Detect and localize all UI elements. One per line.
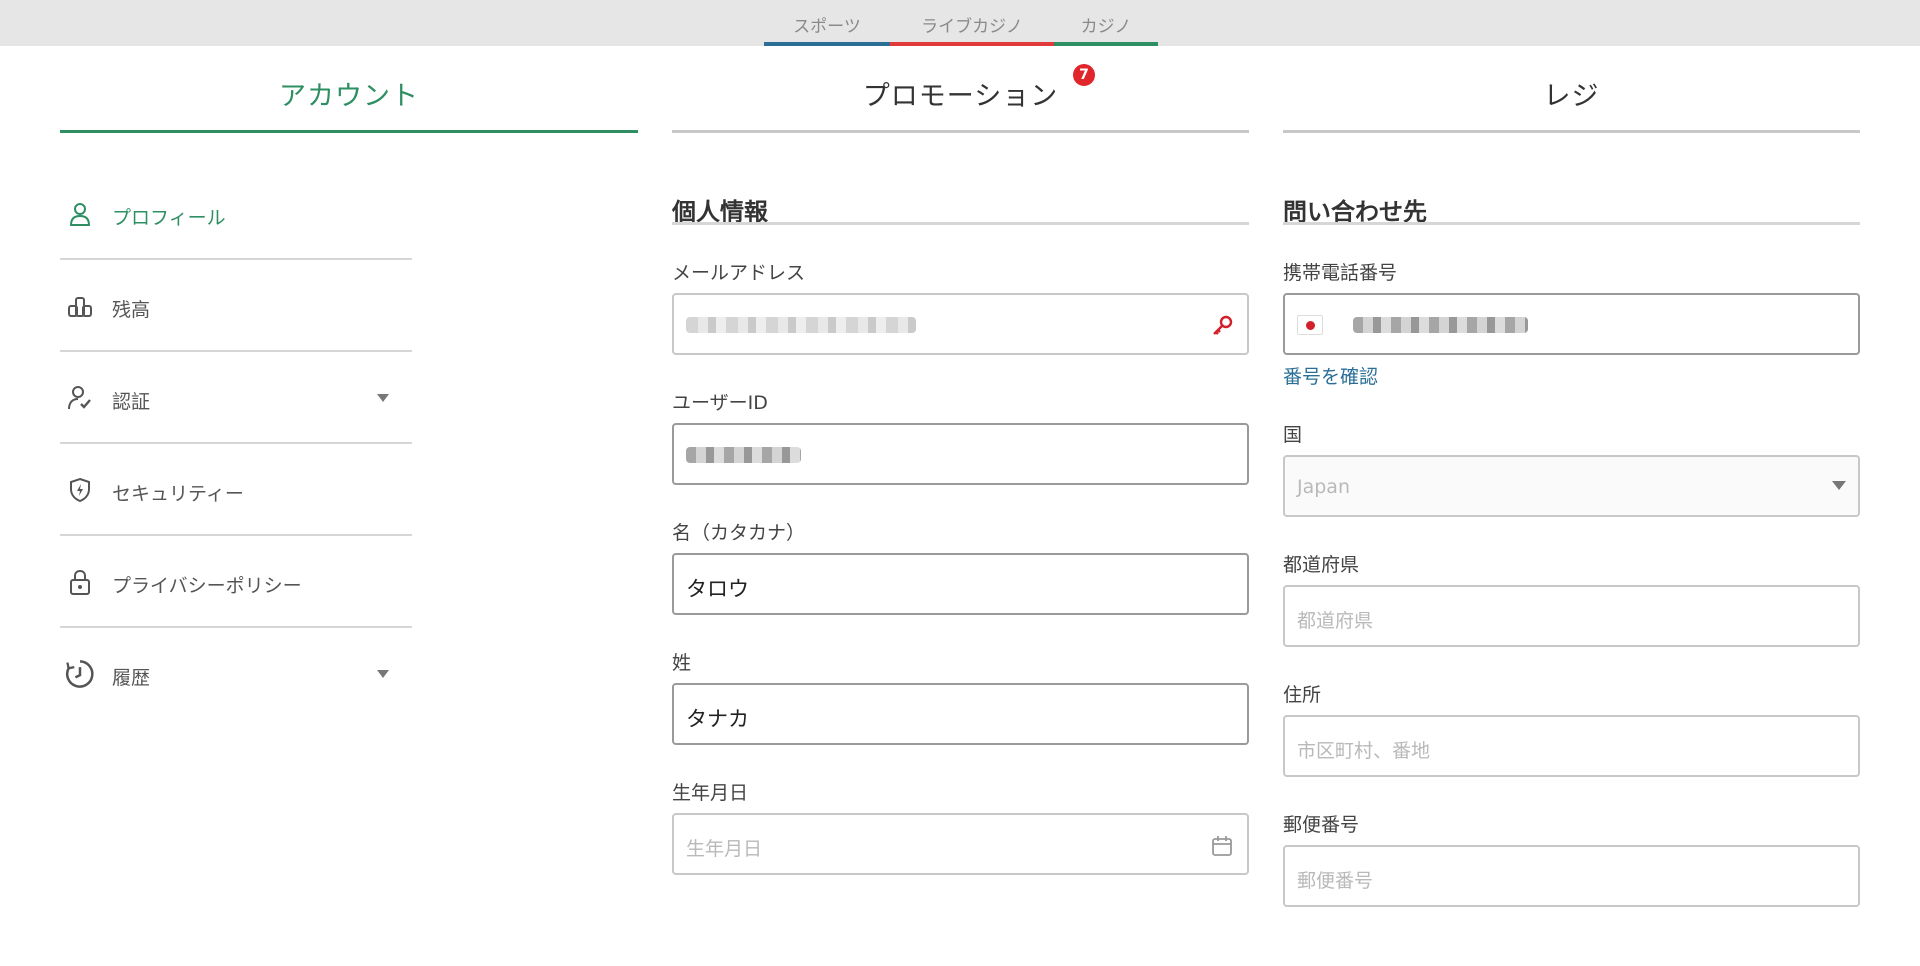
address-label: 住所	[1283, 684, 1322, 706]
product-tab-sports-label: スポーツ	[793, 17, 861, 37]
tab-promotion-underline	[672, 130, 1249, 133]
phone-label: 携帯電話番号	[1283, 262, 1398, 284]
postal-field[interactable]: 郵便番号	[1283, 845, 1860, 907]
sidebar-item-privacy-policy-label: プライバシーポリシー	[112, 575, 302, 597]
firstname-value: タロウ	[686, 577, 749, 601]
chevron-down-icon[interactable]	[375, 390, 391, 406]
tab-register-label: レジ	[1543, 81, 1600, 112]
phone-redacted-value	[1353, 317, 1528, 333]
userid-label: ユーザーID	[672, 392, 768, 414]
tab-account[interactable]: アカウント	[60, 46, 638, 136]
chevron-down-icon[interactable]	[375, 666, 391, 682]
lock-icon	[70, 569, 90, 595]
calendar-icon[interactable]	[1209, 833, 1235, 859]
address-placeholder: 市区町村、番地	[1297, 740, 1431, 762]
history-icon	[65, 660, 94, 688]
country-value: Japan	[1297, 476, 1350, 498]
firstname-label: 名（カタカナ）	[672, 522, 806, 544]
sidebar-item-balance[interactable]: 残高	[60, 260, 412, 352]
product-tab-casino-label: カジノ	[1080, 17, 1132, 37]
sidebar-item-history-label: 履歴	[112, 667, 151, 689]
address-field[interactable]: 市区町村、番地	[1283, 715, 1860, 777]
sidebar-item-privacy-policy[interactable]: プライバシーポリシー	[60, 536, 412, 628]
postal-placeholder: 郵便番号	[1297, 870, 1374, 892]
sidebar-item-profile[interactable]: プロフィール	[60, 168, 412, 260]
sidebar-item-profile-label: プロフィール	[112, 207, 226, 229]
prefecture-field[interactable]: 都道府県	[1283, 585, 1860, 647]
personal-info-divider	[672, 222, 1249, 225]
email-label: メールアドレス	[672, 262, 806, 284]
sidebar-item-security[interactable]: セキュリティー	[60, 444, 412, 536]
prefecture-label: 都道府県	[1283, 554, 1360, 576]
contact-divider	[1283, 222, 1860, 225]
lastname-field[interactable]: タナカ	[672, 683, 1249, 745]
verified-user-icon	[68, 386, 91, 410]
firstname-field[interactable]: タロウ	[672, 553, 1249, 615]
tab-account-underline	[60, 130, 638, 133]
promotion-count-badge: 7	[1073, 64, 1095, 86]
country-label: 国	[1283, 424, 1303, 446]
dob-label: 生年月日	[672, 782, 749, 804]
postal-label: 郵便番号	[1283, 814, 1360, 836]
email-redacted-value	[686, 317, 916, 333]
shield-icon	[70, 477, 90, 503]
product-tab-live-casino[interactable]: ライブカジノ	[890, 12, 1054, 46]
sidebar-item-security-label: セキュリティー	[112, 483, 244, 505]
lastname-value: タナカ	[686, 707, 749, 731]
email-field[interactable]	[672, 293, 1249, 355]
sidebar-item-balance-label: 残高	[112, 299, 151, 321]
coins-icon	[68, 297, 92, 317]
tab-promotion[interactable]: プロモーション	[672, 46, 1249, 136]
product-tab-live-casino-label: ライブカジノ	[921, 17, 1023, 37]
key-icon[interactable]	[1209, 313, 1235, 339]
sidebar-item-history[interactable]: 履歴	[60, 628, 412, 720]
tab-register[interactable]: レジ	[1283, 46, 1860, 136]
tab-promotion-label: プロモーション	[862, 81, 1059, 112]
userid-redacted-value	[686, 447, 801, 463]
tab-account-label: アカウント	[279, 81, 419, 112]
user-icon	[69, 203, 91, 226]
dob-placeholder: 生年月日	[686, 838, 763, 860]
lastname-label: 姓	[672, 652, 692, 674]
country-select[interactable]: Japan	[1283, 455, 1860, 517]
sidebar-item-verification[interactable]: 認証	[60, 352, 412, 444]
dob-field[interactable]: 生年月日	[672, 813, 1249, 875]
tab-register-underline	[1283, 130, 1860, 133]
product-bar: スポーツ ライブカジノ カジノ	[0, 0, 1920, 46]
dropdown-arrow-icon	[1832, 481, 1846, 490]
prefecture-placeholder: 都道府県	[1297, 610, 1374, 632]
verify-number-link[interactable]: 番号を確認	[1283, 362, 1378, 389]
phone-field[interactable]	[1283, 293, 1860, 355]
japan-flag-icon[interactable]	[1297, 315, 1323, 335]
product-tab-casino[interactable]: カジノ	[1054, 12, 1158, 46]
userid-field[interactable]	[672, 423, 1249, 485]
product-tab-sports[interactable]: スポーツ	[764, 12, 890, 46]
sidebar-item-verification-label: 認証	[112, 391, 151, 413]
